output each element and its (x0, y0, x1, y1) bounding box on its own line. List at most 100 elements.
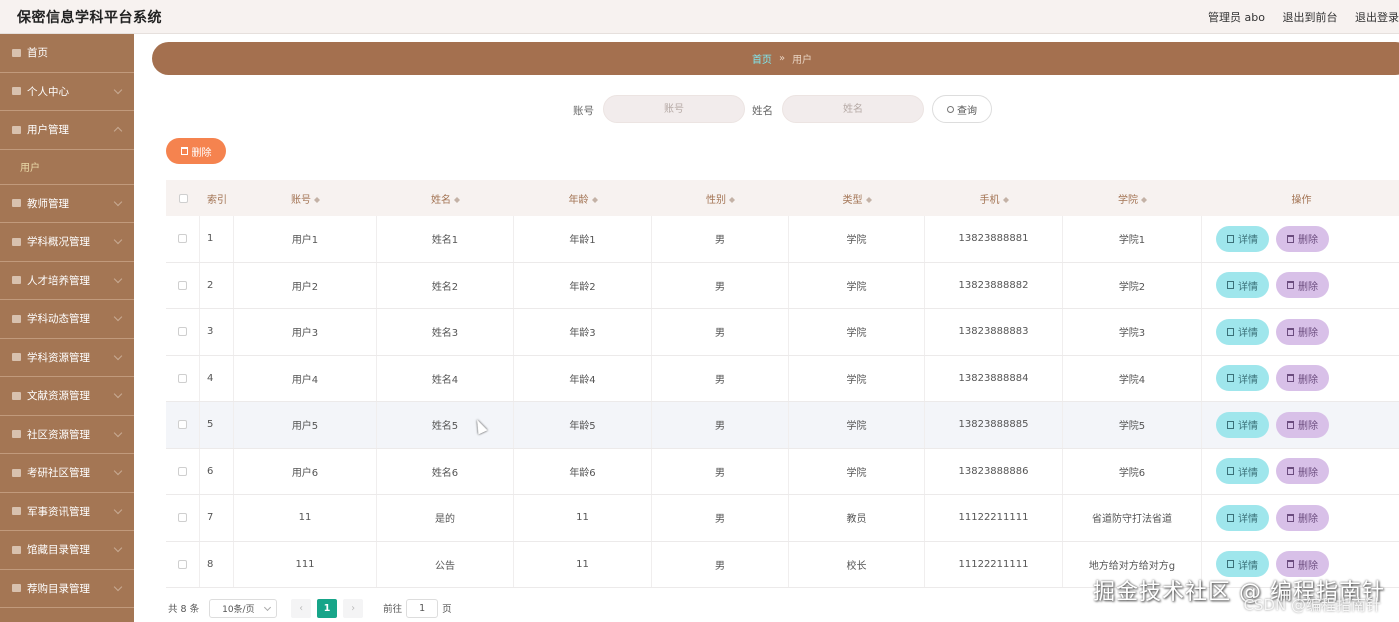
sort-icon[interactable] (314, 194, 320, 203)
logout-link[interactable]: 退出登录 (1355, 11, 1399, 24)
sidebar-item-label: 社区资源管理 (27, 428, 90, 441)
table-header: 索引 账号 姓名 年龄 性别 类型 手机 学院 操作 (166, 180, 1399, 216)
cell-age: 年龄1 (514, 216, 652, 262)
header-account[interactable]: 账号 (234, 180, 377, 216)
row-checkbox[interactable] (178, 280, 187, 290)
cell-type: 学院 (789, 448, 925, 494)
detail-button[interactable]: 详情 (1216, 504, 1269, 531)
sort-icon[interactable] (454, 194, 460, 203)
main-content: 首页 » 用户 账号 账号 姓名 姓名 查询 删除 索引 账号 姓名 年龄 性别… (134, 34, 1399, 622)
name-input[interactable]: 姓名 (782, 95, 924, 123)
sidebar-item[interactable]: 首页 (0, 34, 134, 73)
cell-name: 姓名3 (377, 309, 514, 355)
select-all-checkbox[interactable] (178, 193, 188, 203)
document-icon (1227, 467, 1234, 476)
detail-button[interactable]: 详情 (1216, 225, 1269, 252)
delete-button[interactable]: 删除 (1276, 365, 1329, 392)
delete-button[interactable]: 删除 (1276, 272, 1329, 299)
page-number[interactable]: 1 (317, 598, 338, 618)
sort-icon[interactable] (865, 194, 872, 203)
account-input[interactable]: 账号 (603, 95, 745, 123)
document-icon (1227, 420, 1234, 429)
cell-account: 用户5 (234, 402, 377, 448)
detail-button-label: 详情 (1238, 328, 1258, 340)
sidebar-item[interactable]: 用户管理 (0, 111, 134, 150)
row-checkbox[interactable] (178, 327, 187, 337)
document-icon (1227, 234, 1234, 243)
header-college[interactable]: 学院 (1063, 180, 1202, 216)
row-actions: 详情 删除 (1202, 495, 1399, 541)
header-gender[interactable]: 性别 (652, 180, 789, 216)
cell-account: 111 (234, 541, 377, 587)
cell-gender: 男 (652, 448, 789, 494)
chevron-up-icon (113, 126, 123, 136)
total-count: 共 8 条 (168, 604, 200, 615)
delete-button[interactable]: 删除 (1276, 504, 1329, 531)
sort-icon[interactable] (1002, 194, 1009, 203)
sidebar-item[interactable]: 文献资源管理 (0, 377, 134, 416)
row-actions: 详情 删除 (1202, 402, 1399, 448)
sort-icon[interactable] (591, 194, 598, 203)
row-checkbox[interactable] (178, 234, 187, 244)
sidebar-item[interactable]: 考研社区管理 (0, 454, 134, 493)
sidebar-item[interactable]: 荐购目录管理 (0, 570, 134, 608)
cell-type: 学院 (789, 355, 925, 401)
row-actions: 详情 删除 (1202, 356, 1399, 402)
query-button[interactable]: 查询 (932, 95, 992, 123)
prev-page-button[interactable]: ‹ (291, 598, 312, 618)
delete-button[interactable]: 删除 (1276, 411, 1329, 438)
back-front-link[interactable]: 退出到前台 (1283, 11, 1338, 24)
delete-button[interactable]: 删除 (1276, 458, 1329, 485)
sidebar-item[interactable]: 个人中心 (0, 73, 134, 111)
delete-button[interactable]: 删除 (1276, 225, 1329, 252)
row-checkbox[interactable] (178, 466, 187, 476)
table-row: 2 用户2 姓名2 年龄2 男学院 13823888882 学院2 详情 删除 (166, 262, 1399, 309)
detail-button[interactable]: 详情 (1216, 365, 1269, 392)
sidebar-item[interactable]: 学科概况管理 (0, 223, 134, 262)
header-name[interactable]: 姓名 (377, 180, 514, 216)
name-label: 姓名 (752, 105, 773, 117)
row-checkbox[interactable] (178, 559, 187, 569)
breadcrumb-home[interactable]: 首页 (752, 51, 772, 66)
sidebar-item[interactable]: 教师管理 (0, 185, 134, 223)
list-icon (10, 352, 22, 362)
sidebar-item-label: 学科概况管理 (27, 236, 90, 249)
sidebar-item[interactable]: 人才培养管理 (0, 262, 134, 300)
header-age[interactable]: 年龄 (514, 180, 652, 216)
sidebar-item[interactable]: 馆藏目录管理 (0, 531, 134, 570)
table-row: 4 用户4 姓名4 年龄4 男学院 13823888884 学院4 详情 删除 (166, 355, 1399, 402)
header-college-label: 学院 (1118, 194, 1138, 206)
goto-page-input[interactable]: 1 (406, 598, 439, 618)
sidebar-item[interactable]: 社区资源管理 (0, 416, 134, 454)
detail-button-label: 详情 (1238, 235, 1258, 247)
batch-delete-button[interactable]: 删除 (166, 138, 226, 164)
settings-icon (10, 275, 22, 285)
sort-icon[interactable] (729, 194, 735, 203)
next-page-button[interactable]: › (343, 598, 364, 618)
detail-button[interactable]: 详情 (1216, 411, 1269, 438)
delete-button[interactable]: 删除 (1276, 318, 1329, 345)
detail-button[interactable]: 详情 (1216, 458, 1269, 485)
breadcrumb-current: 用户 (792, 55, 813, 66)
page-size-select[interactable]: 10条/页 (209, 598, 278, 618)
sidebar-item[interactable]: 军事资讯管理 (0, 493, 134, 531)
row-checkbox[interactable] (178, 420, 187, 430)
detail-button[interactable]: 详情 (1216, 318, 1269, 345)
sidebar-subitem-user[interactable]: 用户 (0, 149, 134, 185)
sidebar-item[interactable]: 学科动态管理 (0, 300, 134, 339)
detail-button[interactable]: 详情 (1216, 272, 1269, 299)
row-checkbox[interactable] (178, 513, 187, 523)
trash-icon (1287, 420, 1294, 429)
chevron-down-icon (113, 274, 123, 283)
detail-button-label: 详情 (1238, 421, 1258, 433)
cell-age: 年龄4 (514, 355, 652, 401)
header-type[interactable]: 类型 (789, 180, 925, 216)
sort-icon[interactable] (1141, 194, 1147, 203)
header-phone[interactable]: 手机 (925, 180, 1063, 216)
header-actions: 操作 (1202, 180, 1399, 216)
sidebar-item[interactable]: 学科资源管理 (0, 339, 134, 377)
row-checkbox[interactable] (178, 373, 187, 383)
row-checkbox-cell (166, 448, 200, 494)
cell-gender: 男 (652, 355, 789, 401)
cell-type: 教员 (789, 495, 925, 541)
